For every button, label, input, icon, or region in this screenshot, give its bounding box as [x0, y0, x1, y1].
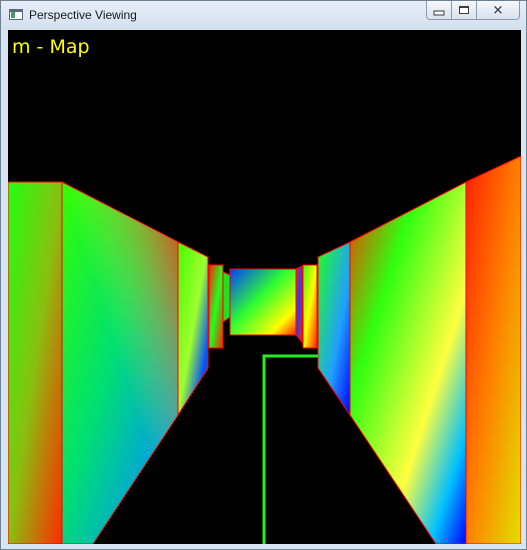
app-window-icon[interactable] [9, 9, 23, 20]
hud-hint: m - Map [12, 36, 90, 58]
close-button[interactable]: ✕ [476, 1, 520, 20]
perspective-scene [8, 155, 521, 544]
right-pillar [302, 264, 318, 349]
path-line [262, 354, 318, 544]
left-wall-far [222, 271, 231, 323]
app-window: Perspective Viewing ✕ m - Map [0, 0, 527, 550]
minimize-button[interactable] [426, 1, 452, 20]
left-wall-near-overlay [62, 182, 178, 544]
caption-buttons: ✕ [426, 1, 520, 21]
right-wall-far [295, 265, 303, 344]
maximize-button[interactable] [451, 1, 477, 20]
left-pillar [208, 264, 224, 349]
close-icon: ✕ [492, 2, 504, 18]
window-title: Perspective Viewing [29, 8, 137, 22]
right-near-panel [465, 155, 521, 544]
right-wall-near [349, 181, 467, 544]
title-bar[interactable]: Perspective Viewing ✕ [1, 1, 526, 30]
center-end-wall [229, 268, 297, 336]
render-viewport[interactable]: m - Map [8, 30, 521, 544]
left-near-panel [8, 181, 63, 544]
maximize-icon [459, 6, 469, 14]
right-wall-mid [317, 241, 351, 417]
left-wall-mid [177, 241, 209, 417]
minimize-icon [433, 10, 445, 16]
